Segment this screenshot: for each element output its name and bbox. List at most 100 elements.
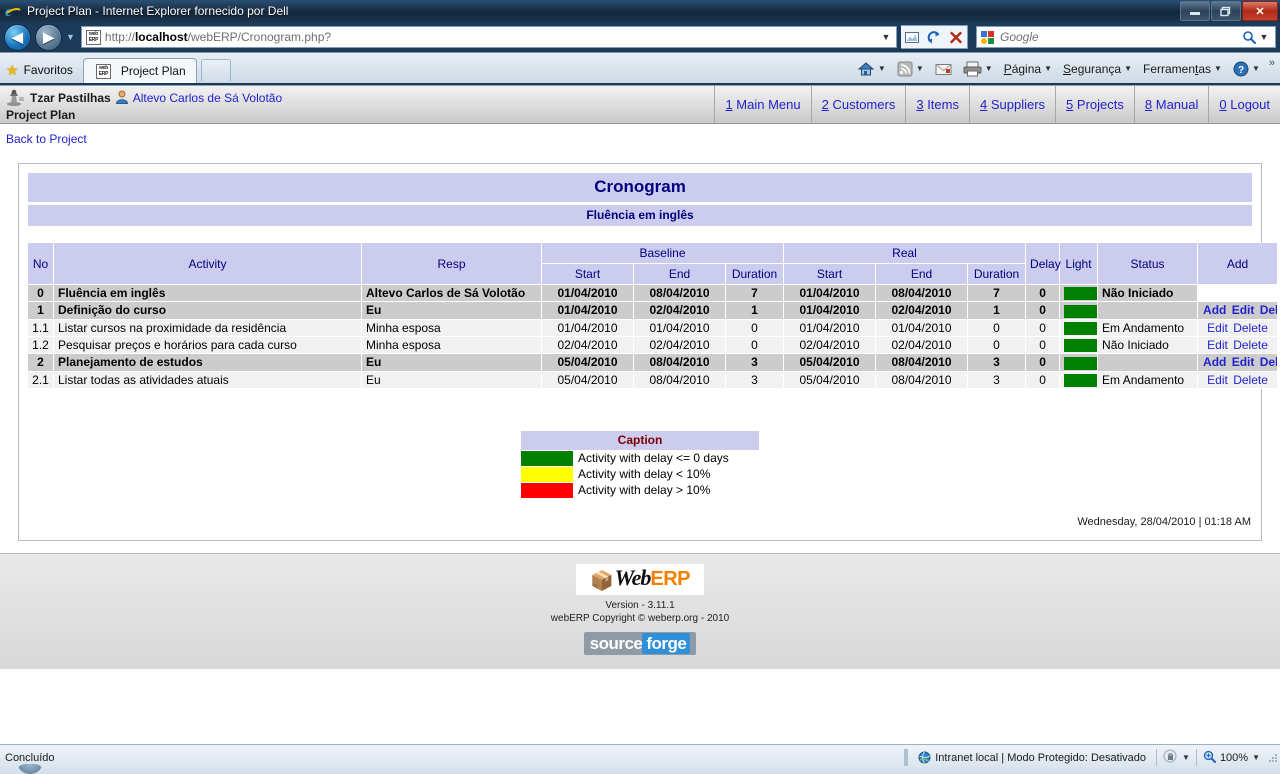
protected-mode-caret-icon[interactable]: ▼ bbox=[1182, 753, 1190, 762]
action-edit-link[interactable]: Edit bbox=[1206, 373, 1229, 387]
browser-tab[interactable]: web ERP Project Plan bbox=[82, 58, 197, 83]
traffic-light-swatch bbox=[1064, 304, 1097, 318]
search-box[interactable]: Google ▼ bbox=[976, 26, 1276, 48]
action-del-link[interactable]: Del bbox=[1259, 355, 1277, 369]
action-del-link[interactable]: Del bbox=[1259, 303, 1277, 317]
row-baseline-duration: 0 bbox=[725, 318, 784, 337]
action-delete-link[interactable]: Delete bbox=[1232, 321, 1269, 335]
minimize-button[interactable] bbox=[1180, 1, 1210, 21]
refresh-button[interactable] bbox=[923, 26, 945, 48]
caption-color-swatch bbox=[521, 466, 573, 482]
favorites-and-tab-bar: ★ Favoritos web ERP Project Plan ▼ ▼ ▼ P… bbox=[0, 52, 1280, 83]
safety-menu-caret-icon[interactable]: ▼ bbox=[1124, 65, 1132, 73]
row-no: 2 bbox=[27, 353, 54, 372]
report-panel: Cronogram Fluência em inglês No Activity… bbox=[18, 163, 1279, 541]
action-edit-link[interactable]: Edit bbox=[1231, 355, 1256, 369]
home-caret-icon[interactable]: ▼ bbox=[878, 65, 886, 73]
row-real-end: 08/04/2010 bbox=[875, 370, 968, 389]
print-button[interactable]: ▼ bbox=[958, 58, 998, 80]
help-menu[interactable]: ? ▼ bbox=[1228, 58, 1265, 80]
traffic-light-swatch bbox=[1064, 373, 1097, 387]
row-baseline-duration: 3 bbox=[725, 370, 784, 389]
report-title: Cronogram bbox=[27, 172, 1253, 203]
action-edit-link[interactable]: Edit bbox=[1206, 321, 1229, 335]
action-delete-link[interactable]: Delete bbox=[1232, 373, 1269, 387]
window-title: Project Plan - Internet Explorer forneci… bbox=[27, 4, 289, 18]
table-body: 0 Fluência em inglês Altevo Carlos de Sá V… bbox=[27, 283, 1279, 389]
page-menu[interactable]: Página ▼ bbox=[999, 58, 1057, 80]
tools-menu-caret-icon[interactable]: ▼ bbox=[1214, 65, 1222, 73]
page-menu-caret-icon[interactable]: ▼ bbox=[1044, 65, 1052, 73]
lock-icon bbox=[1163, 749, 1178, 766]
nav-item-items[interactable]: 3 Items bbox=[905, 86, 969, 123]
search-input[interactable]: Google bbox=[1000, 30, 1242, 44]
print-caret-icon[interactable]: ▼ bbox=[985, 65, 993, 73]
col-real-end: End bbox=[875, 263, 968, 285]
nav-item-projects[interactable]: 5 Projects bbox=[1055, 86, 1134, 123]
company-block: Tzar Pastilhas Altevo Carlos de Sá Volot… bbox=[0, 86, 714, 123]
feeds-button[interactable]: ▼ bbox=[892, 58, 929, 80]
address-dropdown-button[interactable]: ▼ bbox=[878, 32, 894, 42]
row-resp: Eu bbox=[361, 370, 542, 389]
col-baseline-end: End bbox=[633, 263, 726, 285]
favorites-button[interactable]: ★ Favoritos bbox=[0, 59, 81, 81]
protected-mode-indicator[interactable]: ▼ bbox=[1156, 749, 1196, 766]
resize-grip[interactable] bbox=[1268, 752, 1278, 763]
row-baseline-start: 02/04/2010 bbox=[541, 335, 634, 355]
new-tab-button[interactable] bbox=[200, 59, 231, 81]
safety-menu[interactable]: Segurança ▼ bbox=[1058, 58, 1137, 80]
chess-piece-icon bbox=[6, 88, 26, 109]
nav-item-logout[interactable]: 0 Logout bbox=[1208, 86, 1280, 123]
address-buttons bbox=[901, 25, 968, 49]
action-edit-link[interactable]: Edit bbox=[1231, 303, 1256, 317]
table-header-row-1: No Activity Resp Baseline Real Delay Lig… bbox=[27, 242, 1279, 285]
row-light bbox=[1059, 353, 1099, 372]
table-row: 2.1 Listar todas as atividades atuais Eu 05… bbox=[27, 370, 1279, 389]
forward-button[interactable]: ▶ bbox=[35, 23, 62, 51]
traffic-light-swatch bbox=[1064, 356, 1097, 370]
home-button[interactable]: ▼ bbox=[852, 58, 891, 80]
back-to-project-link[interactable]: Back to Project bbox=[0, 124, 1280, 146]
feeds-caret-icon[interactable]: ▼ bbox=[916, 65, 924, 73]
help-menu-caret-icon[interactable]: ▼ bbox=[1252, 65, 1260, 73]
search-icon[interactable] bbox=[1242, 30, 1256, 44]
tools-menu[interactable]: Ferramentas ▼ bbox=[1138, 58, 1227, 80]
row-delay: 0 bbox=[1025, 370, 1061, 389]
row-baseline-duration: 3 bbox=[725, 353, 784, 372]
stop-button[interactable] bbox=[945, 26, 967, 48]
nav-item-manual[interactable]: 8 Manual bbox=[1133, 86, 1209, 123]
action-delete-link[interactable]: Delete bbox=[1232, 338, 1269, 352]
user-name-link[interactable]: Altevo Carlos de Sá Volotão bbox=[133, 91, 282, 105]
address-bar[interactable]: web ERP http://localhost/webERP/Cronogra… bbox=[80, 26, 897, 48]
action-edit-link[interactable]: Edit bbox=[1206, 338, 1229, 352]
security-zone[interactable]: Intranet local | Modo Protegido: Desativ… bbox=[907, 749, 1156, 766]
address-text: http://localhost/webERP/Cronogram.php? bbox=[104, 30, 332, 44]
action-add-link[interactable]: Add bbox=[1202, 303, 1227, 317]
col-baseline-start: Start bbox=[541, 263, 634, 285]
row-real-end: 08/04/2010 bbox=[875, 353, 968, 372]
recent-pages-dropdown[interactable]: ▼ bbox=[66, 32, 75, 42]
compatibility-view-icon[interactable] bbox=[901, 26, 923, 48]
nav-item-main-menu[interactable]: 1 Main Menu bbox=[714, 86, 810, 123]
back-button[interactable]: ◀ bbox=[4, 23, 31, 51]
close-button[interactable]: ✕ bbox=[1242, 1, 1278, 21]
restore-button[interactable] bbox=[1211, 1, 1241, 21]
row-baseline-end: 08/04/2010 bbox=[633, 370, 726, 389]
weberp-favicon: web ERP bbox=[85, 29, 101, 45]
caption-color-swatch bbox=[521, 450, 573, 466]
row-baseline-end: 08/04/2010 bbox=[633, 353, 726, 372]
package-icon: 📦 bbox=[590, 570, 614, 592]
sourceforge-logo[interactable]: source forge bbox=[583, 631, 697, 655]
col-real-start: Start bbox=[783, 263, 876, 285]
row-no: 0 bbox=[27, 283, 54, 303]
mail-button[interactable] bbox=[930, 58, 957, 80]
zoom-control[interactable]: 100% ▼ bbox=[1195, 749, 1268, 766]
search-provider-dropdown[interactable]: ▼ bbox=[1256, 32, 1272, 42]
toolbar-overflow-button[interactable]: » bbox=[1266, 57, 1278, 69]
zoom-caret-icon[interactable]: ▼ bbox=[1252, 753, 1260, 762]
caption-entries: Activity with delay <= 0 days Activity wi… bbox=[521, 450, 759, 498]
action-add-link[interactable]: Add bbox=[1202, 355, 1227, 369]
company-line: Tzar Pastilhas Altevo Carlos de Sá Volot… bbox=[6, 88, 714, 109]
nav-item-customers[interactable]: 2 Customers bbox=[810, 86, 906, 123]
nav-item-suppliers[interactable]: 4 Suppliers bbox=[968, 86, 1055, 123]
